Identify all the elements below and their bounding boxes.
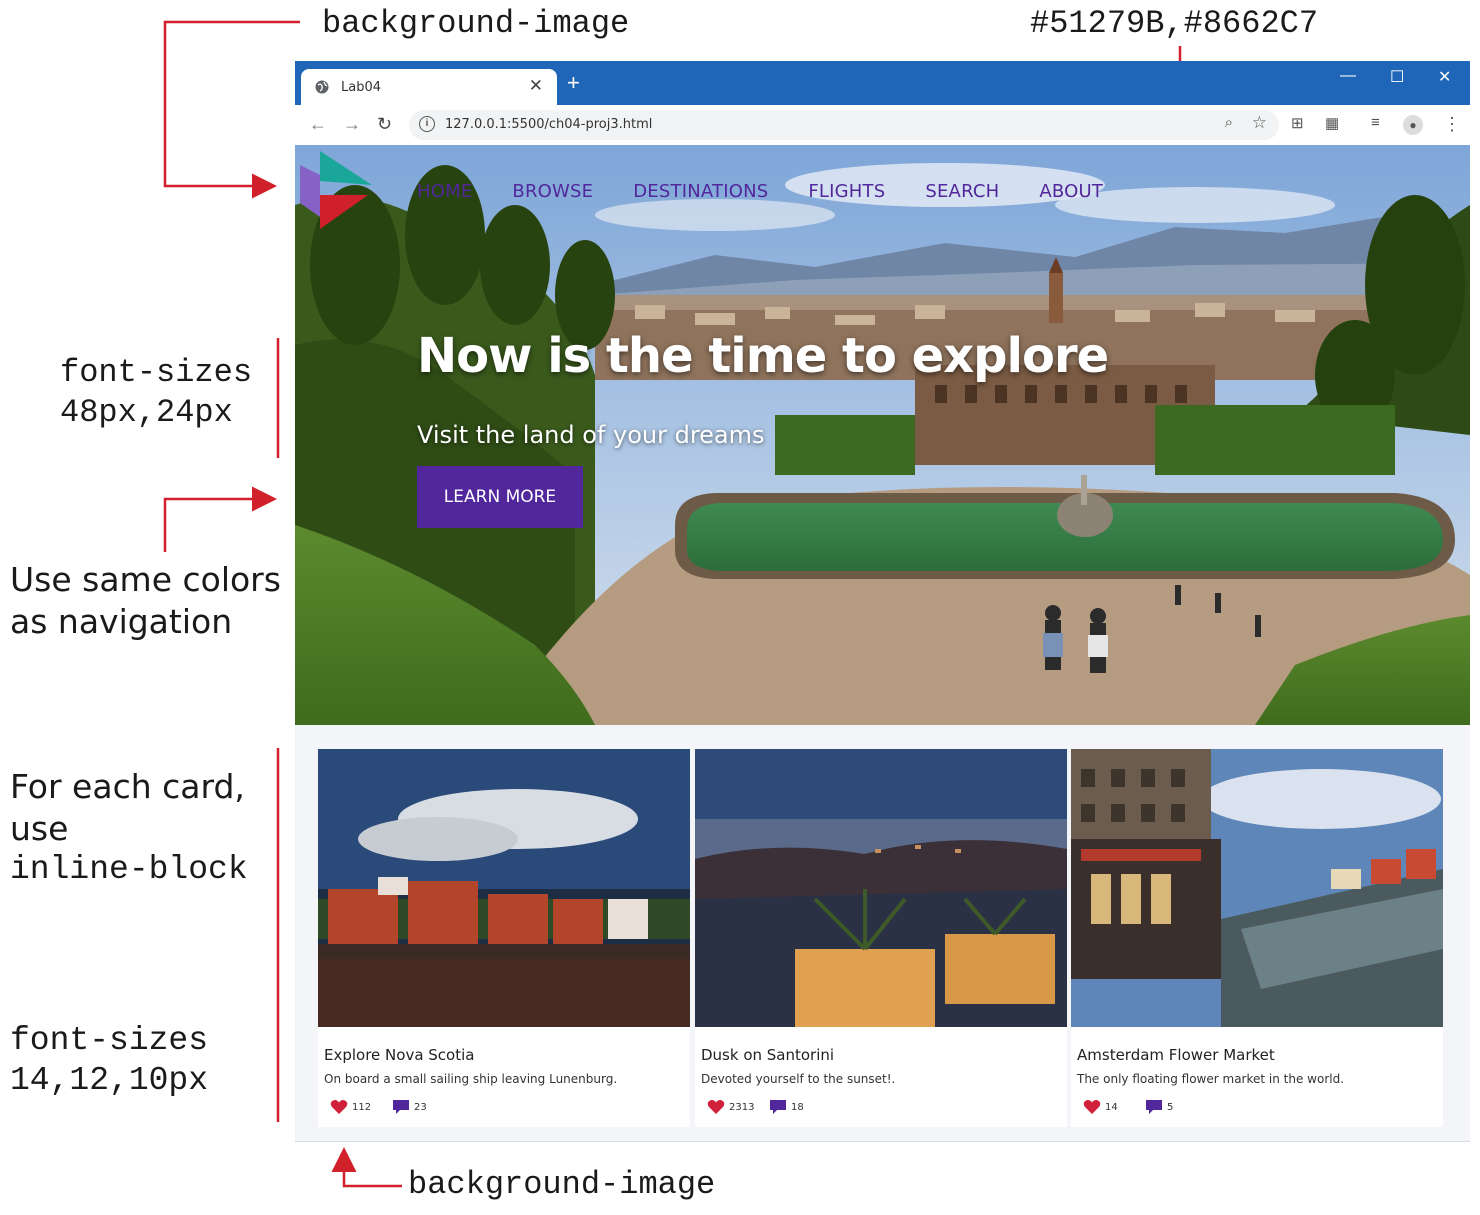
arrow-top-left: [163, 20, 300, 199]
extension-table-icon[interactable]: ▦: [1325, 114, 1339, 132]
card-amsterdam[interactable]: Amsterdam Flower Market The only floatin…: [1071, 749, 1443, 1127]
comments-count: 18: [791, 1102, 804, 1113]
browser-tab[interactable]: Lab04 ✕: [301, 69, 557, 105]
annotation-font-sizes-hero-2: 48px,24px: [60, 394, 233, 431]
card-description: On board a small sailing ship leaving Lu…: [324, 1072, 618, 1086]
browser-window: Lab04 ✕ + — ☐ ✕ ← → ↻ i 127.0.0.1:5500/c…: [295, 61, 1470, 1142]
nav-destinations[interactable]: DESTINATIONS: [633, 181, 768, 202]
annotation-font-sizes-card-1: font-sizes: [10, 1022, 209, 1059]
heart-icon[interactable]: [1083, 1099, 1101, 1115]
annotation-card-3: inline-block: [10, 851, 248, 888]
browser-titlebar: Lab04 ✕ + — ☐ ✕: [295, 61, 1470, 105]
comment-icon[interactable]: [769, 1099, 787, 1115]
maximize-button[interactable]: ☐: [1390, 67, 1404, 87]
globe-icon: [315, 80, 329, 94]
annotation-font-sizes-card-2: 14,12,10px: [10, 1062, 209, 1099]
tab-title: Lab04: [341, 80, 382, 95]
extension-grid-icon[interactable]: ⊞: [1291, 114, 1304, 132]
hero-title: Now is the time to explore: [417, 328, 1109, 384]
annotation-same-colors-1: Use same colors: [10, 560, 281, 599]
new-tab-button[interactable]: +: [567, 72, 580, 94]
back-button[interactable]: ←: [309, 114, 327, 135]
arrow-same-colors: [163, 486, 277, 552]
nav-home[interactable]: HOME: [417, 181, 472, 202]
annotation-bottom: background-image: [408, 1166, 716, 1203]
nav-browse[interactable]: BROWSE: [512, 181, 593, 202]
likes-count: 2313: [729, 1102, 755, 1113]
annotation-top-left: background-image: [322, 5, 630, 42]
zoom-icon[interactable]: ⌕: [1225, 114, 1233, 131]
annotation-card-1: For each card,: [10, 767, 245, 806]
hero-section: HOME BROWSE DESTINATIONS FLIGHTS SEARCH …: [295, 145, 1470, 725]
nav-search[interactable]: SEARCH: [925, 181, 999, 202]
annotation-same-colors-2: as navigation: [10, 602, 233, 641]
card-image-nova-scotia: [318, 749, 690, 1027]
card-title: Explore Nova Scotia: [324, 1046, 475, 1064]
nav-about[interactable]: ABOUT: [1039, 181, 1103, 202]
nav-flights[interactable]: FLIGHTS: [808, 181, 885, 202]
bookmark-star-icon[interactable]: ☆: [1252, 113, 1267, 133]
close-window-button[interactable]: ✕: [1438, 67, 1451, 87]
arrow-bottom: [331, 1147, 402, 1188]
annotation-top-right: #51279B,#8662C7: [1030, 5, 1319, 42]
card-list: Explore Nova Scotia On board a small sai…: [318, 749, 1448, 1127]
hero-subtitle: Visit the land of your dreams: [417, 421, 765, 449]
minimize-button[interactable]: —: [1340, 67, 1356, 85]
url-bar[interactable]: i 127.0.0.1:5500/ch04-proj3.html ⌕ ☆: [409, 110, 1279, 140]
main-navigation: HOME BROWSE DESTINATIONS FLIGHTS SEARCH …: [417, 181, 1103, 202]
browser-menu-icon[interactable]: ⋮: [1443, 114, 1461, 135]
media-queue-icon[interactable]: ≡: [1371, 114, 1380, 131]
card-image-amsterdam: [1071, 749, 1443, 1027]
reload-button[interactable]: ↻: [377, 114, 392, 135]
address-bar-row: ← → ↻ i 127.0.0.1:5500/ch04-proj3.html ⌕…: [295, 105, 1470, 145]
card-nova-scotia[interactable]: Explore Nova Scotia On board a small sai…: [318, 749, 690, 1127]
likes-count: 112: [352, 1102, 372, 1113]
card-title: Dusk on Santorini: [701, 1046, 835, 1064]
heart-icon[interactable]: [707, 1099, 725, 1115]
comment-icon[interactable]: [392, 1099, 410, 1115]
tab-close-icon[interactable]: ✕: [529, 76, 543, 96]
comment-icon[interactable]: [1145, 1099, 1163, 1115]
card-santorini[interactable]: Dusk on Santorini Devoted yourself to th…: [695, 749, 1067, 1127]
annotation-font-sizes-hero-1: font-sizes: [60, 354, 253, 391]
likes-count: 14: [1105, 1102, 1118, 1113]
card-description: Devoted yourself to the sunset!.: [701, 1072, 896, 1086]
comments-count: 23: [414, 1102, 427, 1113]
site-logo[interactable]: [300, 151, 372, 229]
comments-count: 5: [1167, 1102, 1174, 1113]
card-description: The only floating flower market in the w…: [1077, 1072, 1345, 1086]
url-text: 127.0.0.1:5500/ch04-proj3.html: [445, 117, 653, 132]
card-image-santorini: [695, 749, 1067, 1027]
forward-button[interactable]: →: [343, 114, 361, 135]
card-title: Amsterdam Flower Market: [1077, 1046, 1275, 1064]
learn-more-button[interactable]: LEARN MORE: [417, 466, 583, 528]
profile-avatar[interactable]: ●: [1403, 115, 1423, 135]
site-info-icon[interactable]: i: [419, 116, 435, 132]
heart-icon[interactable]: [330, 1099, 348, 1115]
annotation-card-2: use: [10, 809, 69, 848]
